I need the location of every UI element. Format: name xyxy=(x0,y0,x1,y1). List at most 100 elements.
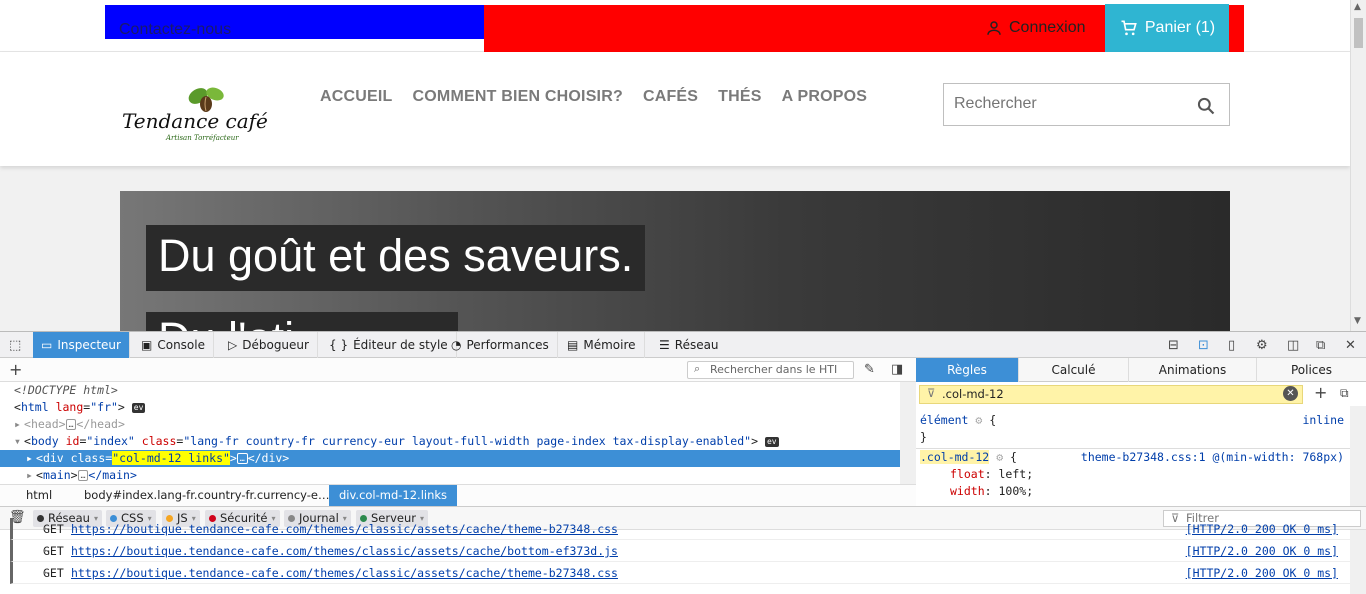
tab-console-label: Console xyxy=(157,338,205,352)
scroll-up-icon[interactable]: ▲ xyxy=(1354,2,1361,12)
rule-prop-float[interactable]: float: left; xyxy=(920,466,1350,483)
expand-arrow-icon[interactable]: ▸ xyxy=(14,416,24,433)
settings-gear-icon[interactable]: ⚙ xyxy=(1256,338,1268,353)
main-tag: main xyxy=(42,468,71,482)
toggle-classes-icon[interactable]: ⧉ xyxy=(1340,386,1349,401)
rule-prop-width[interactable]: width: 100%; xyxy=(920,483,1350,500)
tree-node-head[interactable]: ▸ <head>… </head> xyxy=(0,416,900,433)
tab-animations[interactable]: Animations xyxy=(1129,358,1257,382)
tab-memoire[interactable]: ▤ Mémoire xyxy=(559,332,645,358)
cart-label: Panier (1) xyxy=(1144,19,1216,36)
body-id-value: "index" xyxy=(86,434,135,448)
log-url[interactable]: https://boutique.tendance-cafe.com/theme… xyxy=(71,522,618,536)
split-console-icon[interactable]: ⊡ xyxy=(1198,338,1209,353)
tree-node-doctype[interactable]: <!DOCTYPE html> xyxy=(0,382,900,399)
scroll-down-icon[interactable]: ▼ xyxy=(1354,316,1361,326)
hero-subtitle-text: Du l'ati xyxy=(158,316,294,331)
event-badge[interactable]: ev xyxy=(131,402,146,413)
cart-button[interactable]: Panier (1) xyxy=(1105,4,1229,52)
dock-side-icon[interactable]: ◫ xyxy=(1287,338,1299,353)
sidebar-toggle-icon[interactable]: ◨ xyxy=(891,362,903,377)
log-status[interactable]: [HTTP/2.0 200 OK 0 ms] xyxy=(1186,540,1338,562)
log-url[interactable]: https://boutique.tendance-cafe.com/theme… xyxy=(71,566,618,580)
console-icon: ▣ xyxy=(141,338,153,352)
tree-node-body[interactable]: ▾ <body id="index" class="lang-fr country… xyxy=(0,433,900,450)
responsive-mode-icon[interactable]: ▯ xyxy=(1228,338,1235,353)
tree-node-div-selected[interactable]: ▸ <div class="col-md-12 links">… </div> xyxy=(0,450,900,467)
log-url[interactable]: https://boutique.tendance-cafe.com/theme… xyxy=(71,544,618,558)
nav-thes[interactable]: THÉS xyxy=(718,88,761,106)
add-rule-icon[interactable]: + xyxy=(1314,383,1327,402)
nav-comment-bien-choisir[interactable]: COMMENT BIEN CHOISIR? xyxy=(413,88,623,106)
breadcrumb-html[interactable]: html xyxy=(16,485,62,506)
page-scrollbar[interactable]: ▲ ▼ xyxy=(1350,0,1366,331)
nav-a-propos[interactable]: A PROPOS xyxy=(782,88,867,106)
log-entry[interactable]: ▸ GET https://boutique.tendance-cafe.com/t… xyxy=(10,518,1350,540)
expand-arrow-icon[interactable]: ▸ xyxy=(26,450,36,467)
tab-calcule[interactable]: Calculé xyxy=(1019,358,1129,382)
expand-arrow-icon[interactable]: ▸ xyxy=(43,518,48,540)
tab-reseau-label: Réseau xyxy=(674,338,719,352)
top-bar: Contactez-nous Connexion Panier (1) xyxy=(0,0,1350,52)
div-tag: div xyxy=(42,451,64,465)
html-search-input[interactable]: ⌕ Rechercher dans le HTI xyxy=(687,361,854,379)
close-icon[interactable]: ✕ xyxy=(1345,338,1356,353)
tab-regles[interactable]: Règles xyxy=(916,358,1019,382)
contact-link[interactable]: Contactez-nous xyxy=(119,21,231,39)
filter-icon: ⊽ xyxy=(927,386,936,400)
breadcrumb-body[interactable]: body#index.lang-fr.country-fr.currency-e… xyxy=(74,485,339,506)
element-picker-icon[interactable]: ⬚ xyxy=(9,338,21,353)
site-logo[interactable]: Tendance café Artisan Torréfacteur xyxy=(120,82,270,147)
main-nav: ACCUEIL COMMENT BIEN CHOISIR? CAFÉS THÉS… xyxy=(320,88,867,106)
expand-arrow-icon[interactable]: ▸ xyxy=(43,562,48,584)
tree-node-html[interactable]: <html lang="fr"> ev xyxy=(0,399,900,416)
nav-accueil[interactable]: ACCUEIL xyxy=(320,88,393,106)
add-node-icon[interactable]: + xyxy=(9,360,22,379)
rules-scrollbar[interactable] xyxy=(1350,406,1366,506)
rule-selector[interactable]: .col-md-12 xyxy=(920,450,990,464)
tab-editeur-style[interactable]: { } Éditeur de style xyxy=(321,332,457,358)
scrollbar-thumb[interactable] xyxy=(1354,18,1363,48)
collapsed-ellipsis[interactable]: … xyxy=(236,453,248,464)
nav-cafes[interactable]: CAFÉS xyxy=(643,88,698,106)
breadcrumb-div[interactable]: div.col-md-12.links xyxy=(329,485,458,506)
log-entry[interactable]: ▸ GET https://boutique.tendance-cafe.com/t… xyxy=(10,562,1350,584)
layout-toggle-icon[interactable]: ⊟ xyxy=(1168,338,1179,353)
eyedropper-icon[interactable]: ✎ xyxy=(864,362,875,377)
expand-arrow-icon[interactable]: ▸ xyxy=(26,467,36,484)
log-status[interactable]: [HTTP/2.0 200 OK 0 ms] xyxy=(1186,562,1338,584)
markup-toolbar: + ⌕ Rechercher dans le HTI ✎ ◨ xyxy=(0,358,916,382)
collapsed-ellipsis[interactable]: … xyxy=(65,419,77,430)
collapsed-ellipsis[interactable]: … xyxy=(77,470,89,481)
clear-filter-icon[interactable]: ✕ xyxy=(1283,386,1298,401)
undock-icon[interactable]: ⧉ xyxy=(1316,338,1325,353)
expand-arrow-icon[interactable]: ▸ xyxy=(43,540,48,562)
network-icon: ☰ xyxy=(659,338,670,352)
tab-debogueur[interactable]: ▷ Débogueur xyxy=(220,332,318,358)
gear-icon[interactable]: ⚙ xyxy=(996,450,1003,464)
inline-source[interactable]: inline xyxy=(1302,412,1344,429)
markup-scrollbar[interactable] xyxy=(900,382,916,484)
body-id-attr: id xyxy=(65,434,80,448)
site-search-input[interactable] xyxy=(954,95,1174,113)
contact-block[interactable]: Contactez-nous xyxy=(105,5,485,39)
log-entry[interactable]: ▸ GET https://boutique.tendance-cafe.com/t… xyxy=(10,540,1350,562)
tab-memoire-label: Mémoire xyxy=(583,338,636,352)
rules-filter-input[interactable]: ⊽ .col-md-12 ✕ xyxy=(919,385,1303,404)
gear-icon[interactable]: ⚙ xyxy=(975,413,982,427)
collapse-arrow-icon[interactable]: ▾ xyxy=(14,433,24,450)
event-badge[interactable]: ev xyxy=(764,436,779,447)
tree-node-main[interactable]: ▸ <main>… </main> xyxy=(0,467,900,484)
login-link[interactable]: Connexion xyxy=(985,19,1086,37)
console-scrollbar[interactable] xyxy=(1350,530,1366,594)
tab-polices[interactable]: Polices xyxy=(1257,358,1366,382)
tab-performances[interactable]: ◔ Performances xyxy=(443,332,558,358)
rule-col-md-12: .col-md-12 ⚙ {theme-b27348.css:1 @(min-w… xyxy=(920,449,1344,466)
tab-console[interactable]: ▣ Console xyxy=(133,332,214,358)
tab-reseau[interactable]: ☰ Réseau xyxy=(651,332,727,358)
search-icon[interactable] xyxy=(1196,96,1216,116)
rule-source-link[interactable]: theme-b27348.css:1 @(min-width: 768px) xyxy=(1081,449,1344,466)
tab-inspecteur[interactable]: ▭ Inspecteur xyxy=(33,332,130,358)
log-status[interactable]: [HTTP/2.0 200 OK 0 ms] xyxy=(1186,518,1338,540)
console-log: ▸ GET https://boutique.tendance-cafe.com/t… xyxy=(0,518,1350,594)
